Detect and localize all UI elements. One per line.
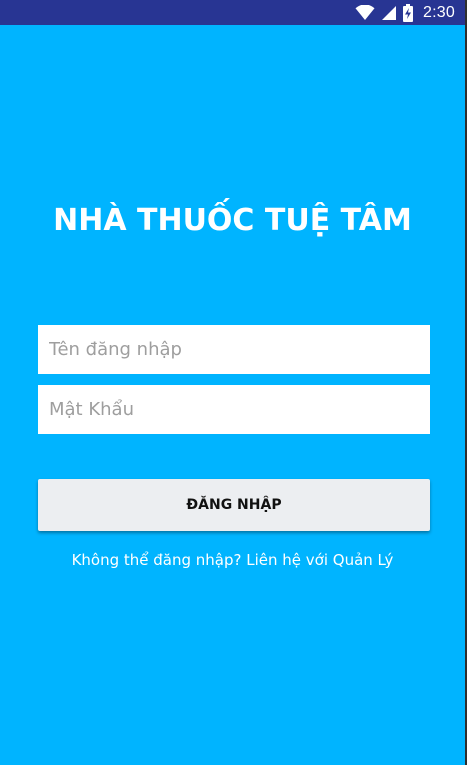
username-input[interactable]: [38, 325, 430, 374]
contact-manager-link[interactable]: Không thể đăng nhập? Liên hệ với Quản Lý: [0, 551, 465, 569]
status-icons: 2:30: [355, 2, 455, 23]
login-button[interactable]: ĐĂNG NHẬP: [38, 479, 430, 531]
login-screen: 2:30 NHÀ THUỐC TUỆ TÂM ĐĂNG NHẬP Không t…: [0, 0, 465, 765]
status-clock: 2:30: [423, 3, 455, 21]
battery-charging-icon: [403, 3, 414, 22]
wifi-icon: [355, 4, 375, 21]
cell-signal-icon: [381, 5, 397, 21]
password-input[interactable]: [38, 385, 430, 434]
status-bar: 2:30: [0, 0, 465, 25]
app-title: NHÀ THUỐC TUỆ TÂM: [53, 203, 412, 238]
